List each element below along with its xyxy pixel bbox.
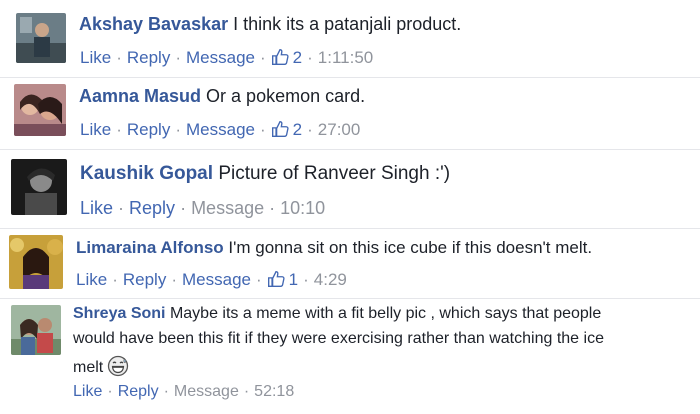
timestamp[interactable]: 27:00 xyxy=(318,120,361,139)
message-link[interactable]: Message xyxy=(191,198,264,218)
avatar[interactable] xyxy=(14,84,66,136)
like-link[interactable]: Like xyxy=(80,48,111,67)
like-link[interactable]: Like xyxy=(80,198,113,218)
avatar[interactable] xyxy=(11,159,67,215)
avatar[interactable] xyxy=(9,235,63,289)
timestamp[interactable]: 10:10 xyxy=(280,198,325,218)
reply-link[interactable]: Reply xyxy=(127,120,170,139)
divider xyxy=(0,228,700,229)
comment-text-line3: melt xyxy=(73,359,104,376)
divider xyxy=(0,298,700,299)
comment-author[interactable]: Kaushik Gopal xyxy=(80,163,213,184)
like-count[interactable]: 2 xyxy=(293,48,302,67)
comment-author[interactable]: Shreya Soni xyxy=(73,305,165,322)
timestamp[interactable]: 52:18 xyxy=(254,383,294,400)
thumbs-up-icon[interactable] xyxy=(271,120,289,143)
comment-text: Or a pokemon card. xyxy=(206,86,366,106)
comment-author[interactable]: Limaraina Alfonso xyxy=(76,238,224,257)
comment-text: Picture of Ranveer Singh :') xyxy=(218,163,451,184)
comment-author[interactable]: Akshay Bavaskar xyxy=(79,14,228,34)
comment-text-line2: would have been this fit if they were ex… xyxy=(73,330,604,347)
divider xyxy=(0,77,700,78)
grinning-sweat-emoji-icon xyxy=(107,355,129,382)
like-count[interactable]: 1 xyxy=(289,270,298,289)
like-link[interactable]: Like xyxy=(80,120,111,139)
comment-text: Maybe its a meme with a fit belly pic , … xyxy=(169,305,602,322)
avatar[interactable] xyxy=(16,13,66,63)
thumbs-up-icon[interactable] xyxy=(271,48,289,71)
avatar[interactable] xyxy=(11,305,61,355)
like-count[interactable]: 2 xyxy=(293,120,302,139)
reply-link[interactable]: Reply xyxy=(127,48,170,67)
comment-text: I'm gonna sit on this ice cube if this d… xyxy=(228,238,593,257)
comment-text: I think its a patanjali product. xyxy=(233,14,462,34)
message-link[interactable]: Message xyxy=(182,270,251,289)
reply-link[interactable]: Reply xyxy=(129,198,175,218)
like-link[interactable]: Like xyxy=(76,270,107,289)
comment-author[interactable]: Aamna Masud xyxy=(79,86,201,106)
timestamp[interactable]: 4:29 xyxy=(314,270,347,289)
message-link[interactable]: Message xyxy=(186,48,255,67)
reply-link[interactable]: Reply xyxy=(118,383,159,400)
message-link[interactable]: Message xyxy=(186,120,255,139)
message-link[interactable]: Message xyxy=(174,383,239,400)
timestamp[interactable]: 1:11:50 xyxy=(318,48,373,67)
thumbs-up-icon[interactable] xyxy=(267,270,285,293)
reply-link[interactable]: Reply xyxy=(123,270,166,289)
divider xyxy=(0,149,700,150)
like-link[interactable]: Like xyxy=(73,383,102,400)
